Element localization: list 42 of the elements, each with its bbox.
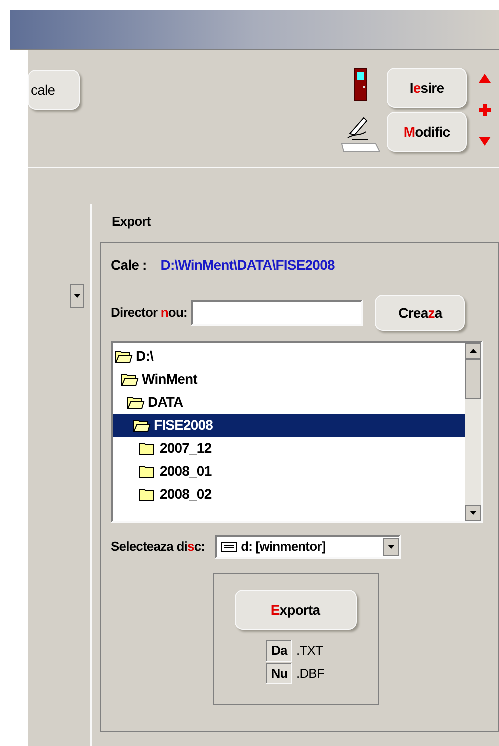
disk-select[interactable]: d: [winmentor] [215, 535, 402, 559]
down-arrow-icon[interactable] [479, 137, 491, 146]
scroll-up-icon [470, 349, 476, 353]
caret-icon [74, 294, 80, 298]
create-button[interactable]: Creaza [375, 295, 466, 331]
new-folder-label: Director nou: [111, 304, 188, 322]
door-icon [354, 68, 368, 102]
format-extension: .DBF [296, 664, 324, 682]
folder-icon [139, 442, 157, 456]
section-title: Export [111, 213, 152, 231]
folder-tree-item[interactable]: FISE2008 [113, 414, 465, 437]
edit-button[interactable]: Modific [387, 112, 467, 152]
disk-label: Selecteaza disc: [111, 538, 206, 556]
scrollbar[interactable] [465, 343, 481, 521]
path-value: D:\WinMent\DATA\FISE2008 [160, 256, 335, 275]
open-folder-icon [115, 350, 133, 364]
caret-icon [388, 545, 395, 549]
format-toggle[interactable]: Da [266, 640, 292, 662]
exit-button[interactable]: Iesire [387, 68, 467, 108]
drive-icon [221, 542, 238, 552]
format-toggle[interactable]: Nu [266, 662, 292, 684]
folder-icon [139, 464, 157, 478]
new-folder-field[interactable] [191, 300, 364, 326]
folder-tree-item[interactable]: DATA [113, 391, 465, 414]
folder-tree-item[interactable]: 2008_02 [113, 483, 465, 506]
plus-icon[interactable] [479, 104, 491, 116]
folder-icon [139, 488, 157, 502]
folder-tree-item[interactable]: 2007_12 [113, 437, 465, 460]
open-folder-icon [127, 396, 145, 410]
toolbar-button[interactable]: cale [28, 70, 80, 110]
scroll-down-icon [470, 511, 476, 515]
dropdown-button[interactable] [70, 284, 84, 308]
scroll-thumb[interactable] [465, 359, 481, 399]
up-arrow-icon[interactable] [479, 74, 491, 83]
path-label: Cale : [111, 256, 147, 275]
format-extension: .TXT [296, 642, 324, 660]
open-folder-icon [133, 418, 151, 432]
export-button[interactable]: Exporta [234, 590, 356, 630]
folder-tree-item[interactable]: D:\ [113, 345, 465, 368]
folder-tree-item[interactable]: 2008_01 [113, 460, 465, 483]
folder-tree-item[interactable]: WinMent [113, 368, 465, 391]
open-folder-icon [121, 372, 139, 386]
